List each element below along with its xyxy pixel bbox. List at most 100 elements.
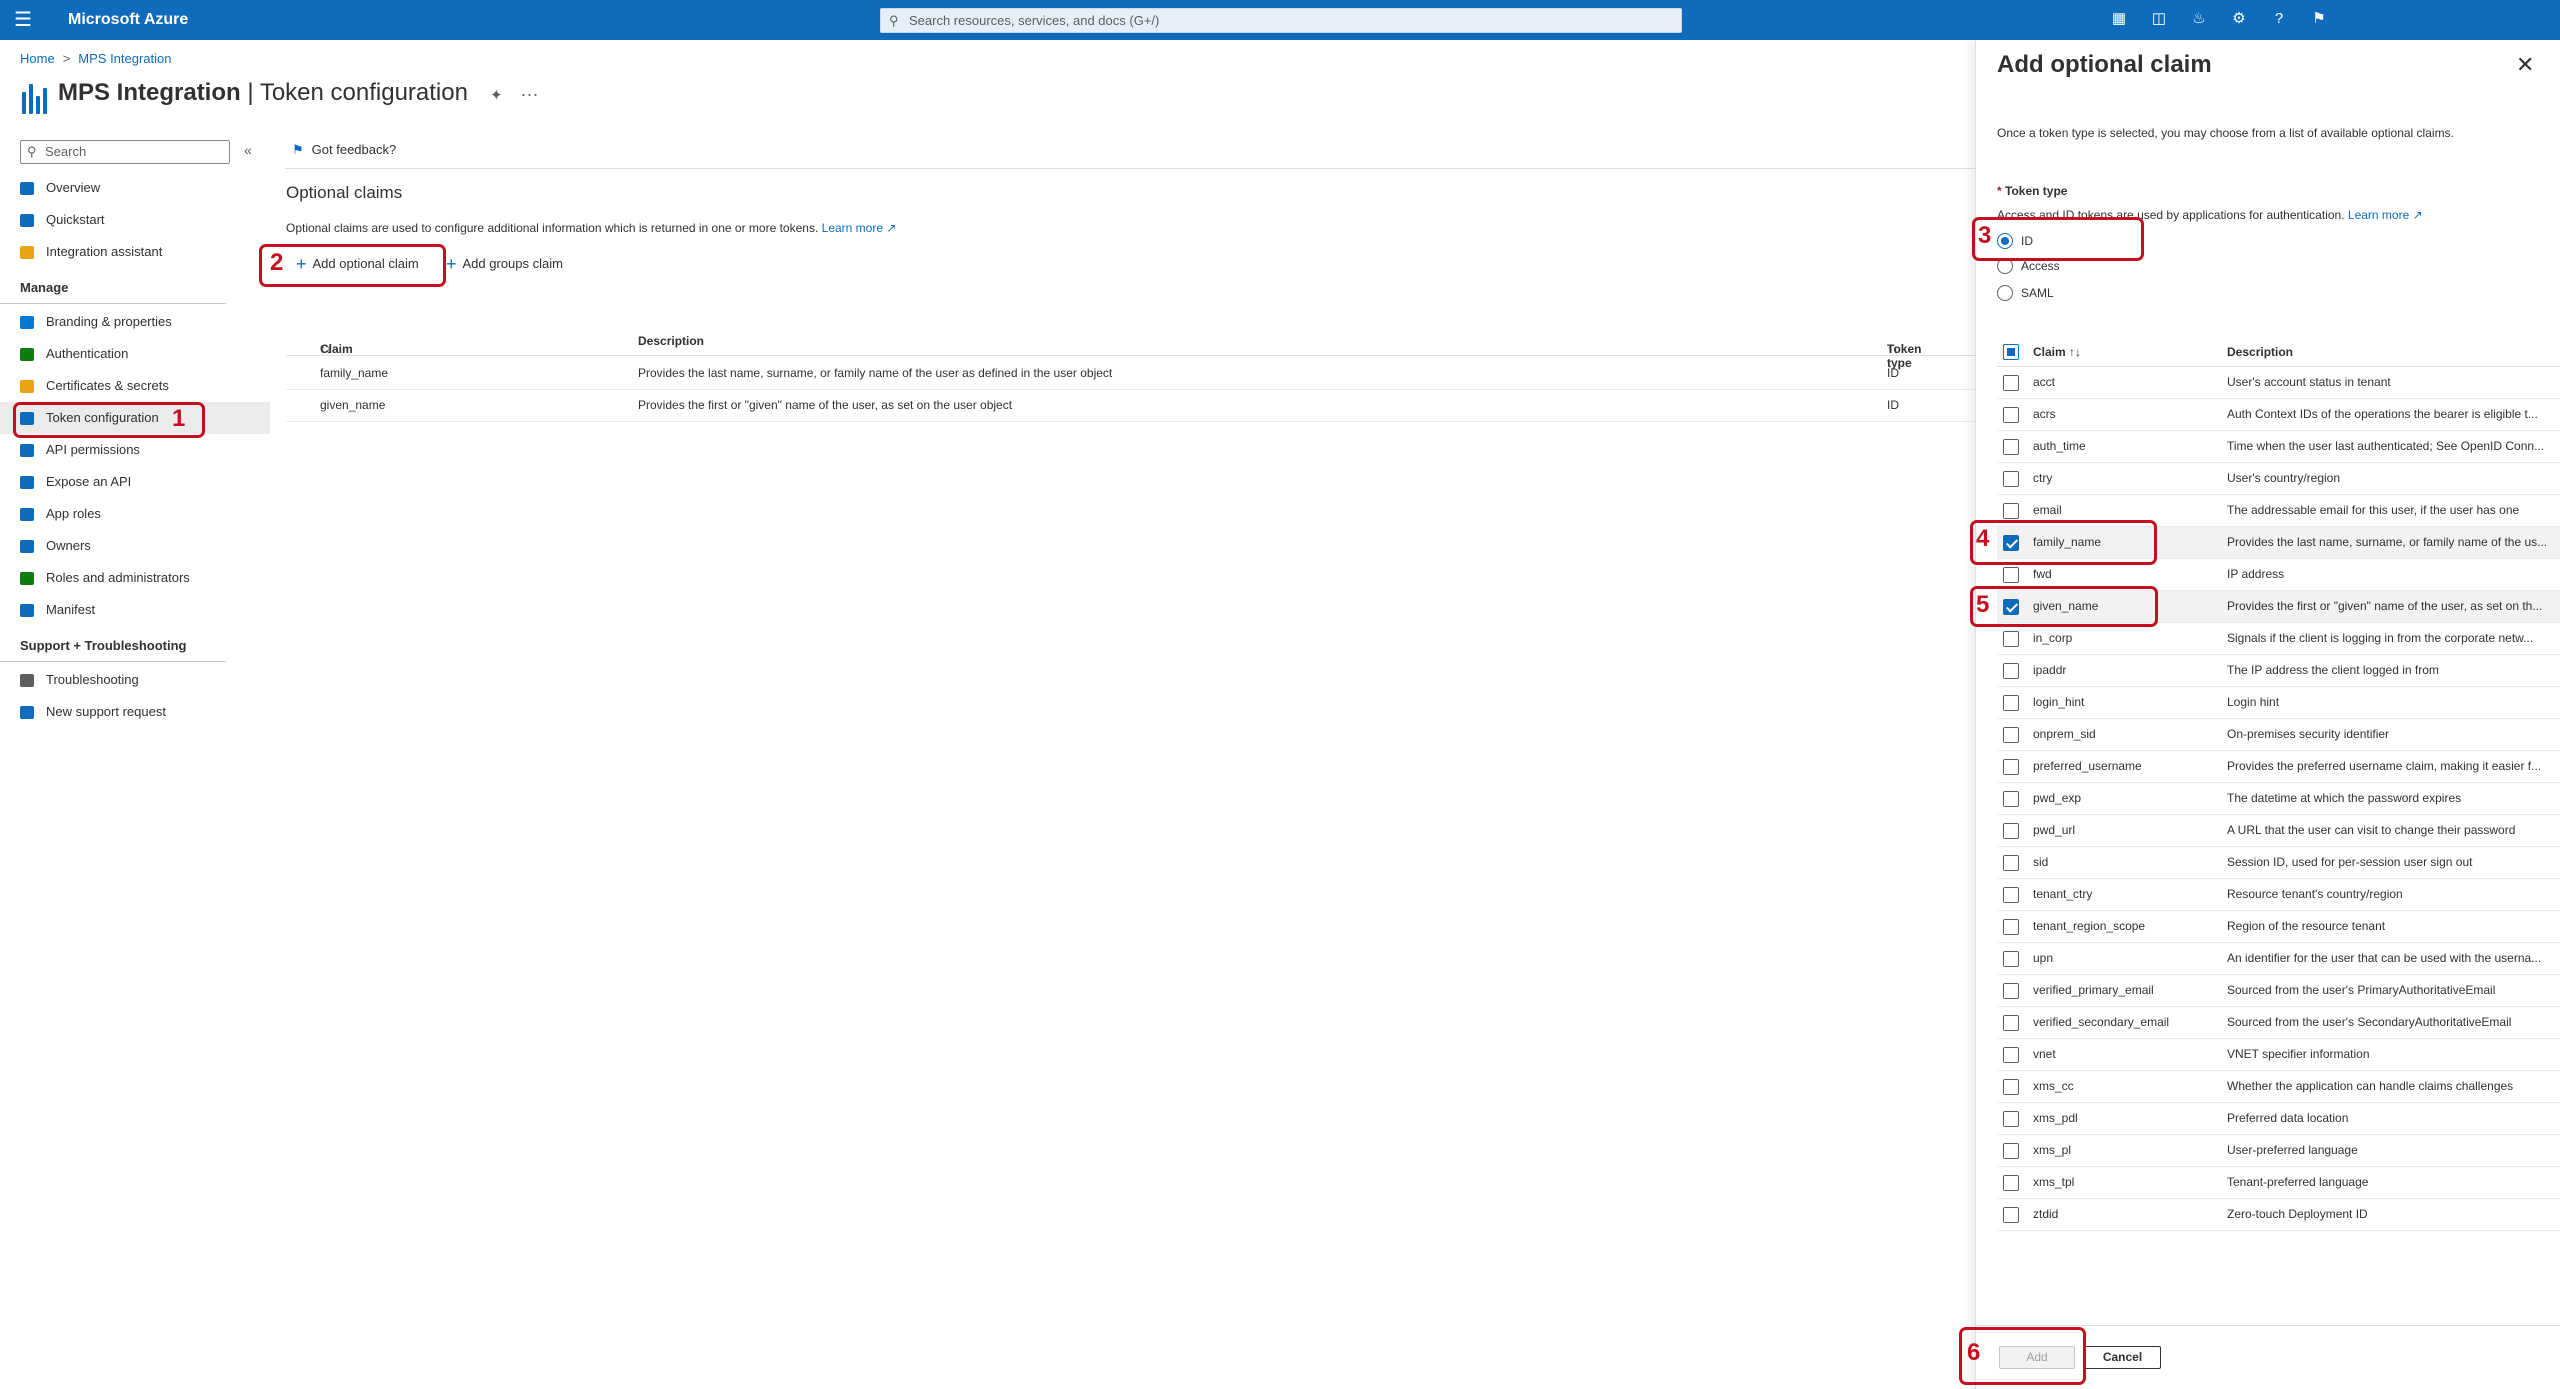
close-icon[interactable]: ✕ <box>2516 52 2534 78</box>
claim-row[interactable]: xms_pl User-preferred language <box>1997 1135 2560 1167</box>
claim-checkbox[interactable] <box>2003 1015 2019 1031</box>
claim-description: Resource tenant's country/region <box>2227 887 2403 901</box>
table-row[interactable]: family_name Provides the last name, surn… <box>286 358 1976 390</box>
claim-row[interactable]: auth_time Time when the user last authent… <box>1997 431 2560 463</box>
cloud-shell-icon[interactable]: ▦ <box>2110 10 2128 28</box>
notifications-icon[interactable]: ♨ <box>2190 10 2208 28</box>
claim-row[interactable]: ctry User's country/region <box>1997 463 2560 495</box>
claim-checkbox[interactable] <box>2003 919 2019 935</box>
claim-checkbox[interactable] <box>2003 951 2019 967</box>
claim-checkbox[interactable] <box>2003 1143 2019 1159</box>
help-icon[interactable]: ? <box>2270 10 2288 28</box>
claim-row[interactable]: onprem_sid On-premises security identifie… <box>1997 719 2560 751</box>
sidebar-item-label: Roles and administrators <box>46 570 190 585</box>
claim-row[interactable]: upn An identifier for the user that can b… <box>1997 943 2560 975</box>
breadcrumb-home[interactable]: Home <box>20 51 55 66</box>
claim-row[interactable]: vnet VNET specifier information <box>1997 1039 2560 1071</box>
claim-checkbox[interactable] <box>2003 1079 2019 1095</box>
claim-row[interactable]: tenant_region_scope Region of the resourc… <box>1997 911 2560 943</box>
claim-row[interactable]: in_corp Signals if the client is logging … <box>1997 623 2560 655</box>
claim-row[interactable]: preferred_username Provides the preferred… <box>1997 751 2560 783</box>
collapse-sidebar-icon[interactable]: « <box>244 142 252 158</box>
claim-name: email <box>2033 503 2062 517</box>
sidebar-item-quickstart[interactable]: Quickstart <box>0 204 270 236</box>
claim-checkbox[interactable] <box>2003 855 2019 871</box>
global-search-input[interactable]: ⚲ Search resources, services, and docs (… <box>880 8 1682 33</box>
settings-icon[interactable]: ⚙ <box>2230 10 2248 28</box>
claim-checkbox[interactable] <box>2003 1207 2019 1223</box>
claim-checkbox[interactable] <box>2003 1175 2019 1191</box>
sidebar-item-api-permissions[interactable]: API permissions <box>0 434 270 466</box>
claim-checkbox[interactable] <box>2003 791 2019 807</box>
menu-icon[interactable]: ☰ <box>14 8 32 32</box>
claim-row[interactable]: pwd_exp The datetime at which the passwor… <box>1997 783 2560 815</box>
column-claim[interactable]: Claim ↑↓ <box>2033 345 2081 359</box>
claim-row[interactable]: verified_secondary_email Sourced from the… <box>1997 1007 2560 1039</box>
claim-row[interactable]: xms_tpl Tenant-preferred language <box>1997 1167 2560 1199</box>
claim-name: fwd <box>2033 567 2052 581</box>
sidebar-item-support-request[interactable]: New support request <box>0 696 270 728</box>
claim-row[interactable]: ztdid Zero-touch Deployment ID <box>1997 1199 2560 1231</box>
sidebar-item-branding[interactable]: Branding & properties <box>0 306 270 338</box>
learn-more-link[interactable]: Learn more <box>822 221 883 235</box>
claim-row[interactable]: xms_pdl Preferred data location <box>1997 1103 2560 1135</box>
brand-title[interactable]: Microsoft Azure <box>68 11 188 29</box>
claim-checkbox[interactable] <box>2003 407 2019 423</box>
sidebar-item-roles-admins[interactable]: Roles and administrators <box>0 562 270 594</box>
sidebar-item-label: Integration assistant <box>46 244 163 259</box>
more-icon[interactable]: ··· <box>521 84 539 104</box>
claim-row[interactable]: login_hint Login hint <box>1997 687 2560 719</box>
feedback-button[interactable]: ⚑ Got feedback? <box>292 142 396 158</box>
claim-row[interactable]: verified_primary_email Sourced from the u… <box>1997 975 2560 1007</box>
claim-checkbox[interactable] <box>2003 663 2019 679</box>
description-text: Optional claims are used to configure ad… <box>286 221 819 235</box>
sidebar-item-app-roles[interactable]: App roles <box>0 498 270 530</box>
claim-checkbox[interactable] <box>2003 1047 2019 1063</box>
claim-checkbox[interactable] <box>2003 727 2019 743</box>
claim-checkbox[interactable] <box>2003 503 2019 519</box>
claim-checkbox[interactable] <box>2003 631 2019 647</box>
claim-checkbox[interactable] <box>2003 887 2019 903</box>
claim-checkbox[interactable] <box>2003 983 2019 999</box>
claim-row[interactable]: acct User's account status in tenant <box>1997 367 2560 399</box>
claim-row[interactable]: pwd_url A URL that the user can visit to … <box>1997 815 2560 847</box>
claim-checkbox[interactable] <box>2003 375 2019 391</box>
sidebar-section-support: Support + Troubleshooting <box>0 626 226 662</box>
add-groups-claim-button[interactable]: + Add groups claim <box>446 254 563 275</box>
sidebar-item-integration-assistant[interactable]: Integration assistant <box>0 236 270 268</box>
claim-description: Provides the first or "given" name of th… <box>2227 599 2543 613</box>
cancel-button[interactable]: Cancel <box>2084 1346 2161 1369</box>
claim-row[interactable]: ipaddr The IP address the client logged i… <box>1997 655 2560 687</box>
feedback-label: Got feedback? <box>311 142 397 157</box>
button-label: Add groups claim <box>462 256 563 271</box>
claim-row[interactable]: sid Session ID, used for per-session user… <box>1997 847 2560 879</box>
sidebar-item-authentication[interactable]: Authentication <box>0 338 270 370</box>
sidebar-item-expose-api[interactable]: Expose an API <box>0 466 270 498</box>
claim-name: onprem_sid <box>2033 727 2096 741</box>
claim-row[interactable]: acrs Auth Context IDs of the operations t… <box>1997 399 2560 431</box>
table-row[interactable]: given_name Provides the first or "given"… <box>286 390 1976 422</box>
claim-row[interactable]: tenant_ctry Resource tenant's country/reg… <box>1997 879 2560 911</box>
directory-filter-icon[interactable]: ◫ <box>2150 10 2168 28</box>
sidebar-item-manifest[interactable]: Manifest <box>0 594 270 626</box>
claim-checkbox[interactable] <box>2003 1111 2019 1127</box>
sidebar-item-owners[interactable]: Owners <box>0 530 270 562</box>
feedback-icon[interactable]: ⚑ <box>2310 10 2328 28</box>
claim-checkbox[interactable] <box>2003 823 2019 839</box>
sidebar-item-certificates[interactable]: Certificates & secrets <box>0 370 270 402</box>
sidebar-item-overview[interactable]: Overview <box>0 172 270 204</box>
claim-checkbox[interactable] <box>2003 471 2019 487</box>
claim-checkbox[interactable] <box>2003 439 2019 455</box>
claim-checkbox[interactable] <box>2003 759 2019 775</box>
claim-row[interactable]: xms_cc Whether the application can handle… <box>1997 1071 2560 1103</box>
learn-more-link[interactable]: Learn more <box>2348 208 2409 222</box>
claim-checkbox[interactable] <box>2003 567 2019 583</box>
select-all-checkbox[interactable] <box>2003 344 2019 360</box>
sidebar-search-input[interactable]: ⚲ Search <box>20 140 230 164</box>
sidebar-item-troubleshooting[interactable]: Troubleshooting <box>0 664 270 696</box>
pin-icon[interactable]: ✦ <box>490 87 503 104</box>
breadcrumb-app[interactable]: MPS Integration <box>78 51 171 66</box>
token-type-saml-radio[interactable]: SAML <box>1997 285 2054 303</box>
claim-description: Region of the resource tenant <box>2227 919 2386 933</box>
claim-checkbox[interactable] <box>2003 695 2019 711</box>
